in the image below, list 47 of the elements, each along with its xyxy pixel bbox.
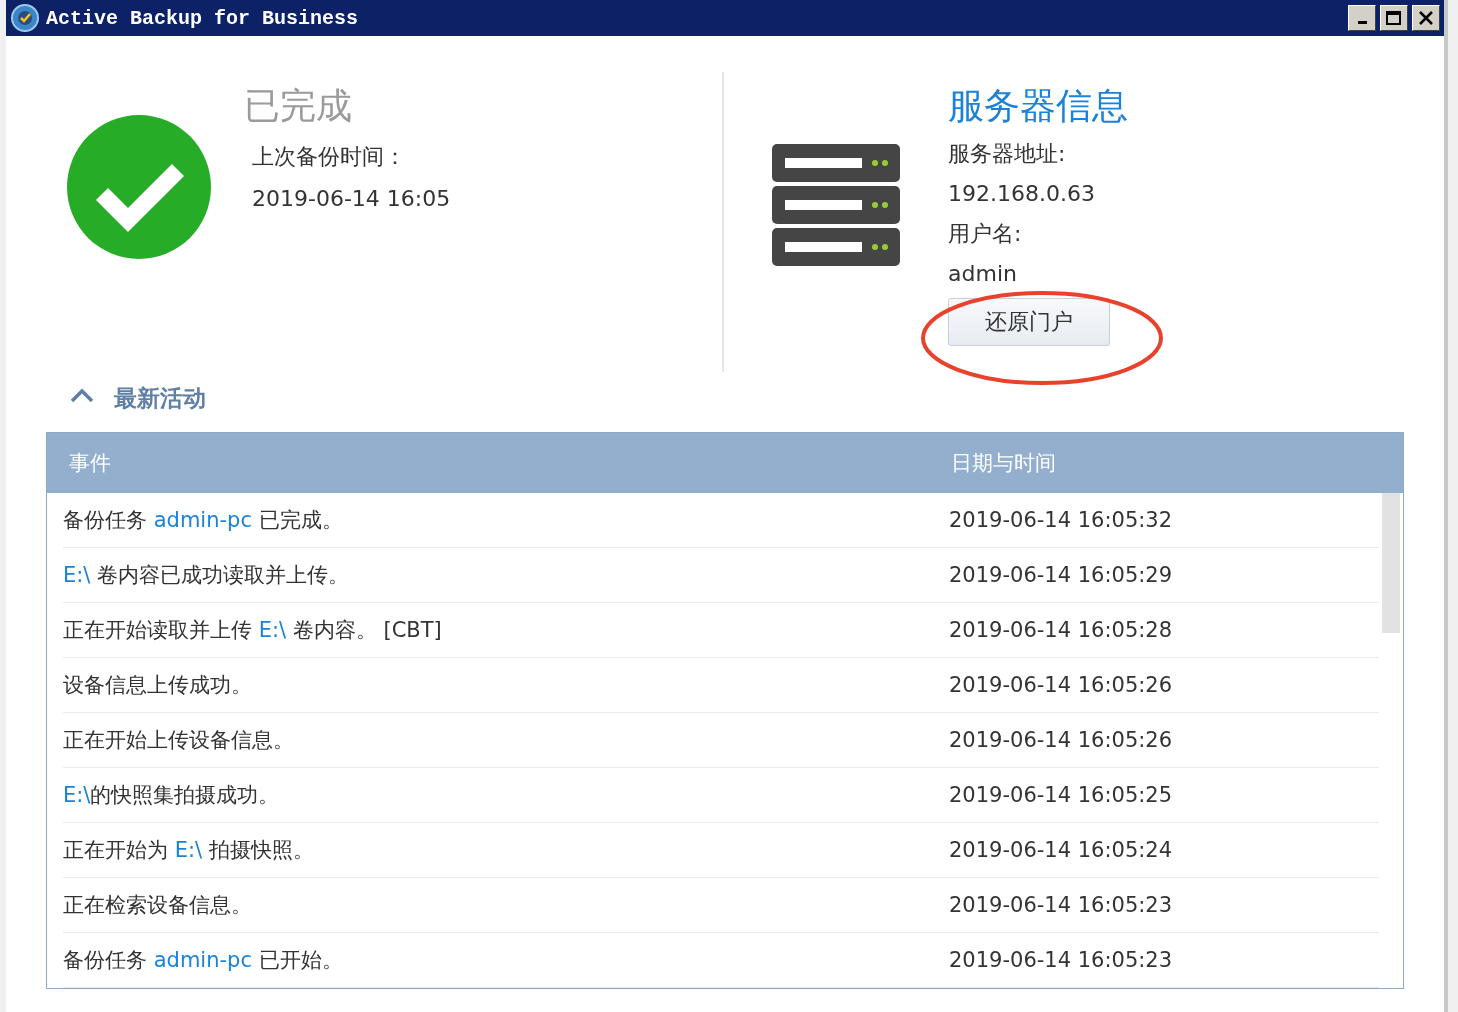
window-title: Active Backup for Business [46, 6, 360, 30]
event-text: 备份任务 admin-pc 已开始。 [63, 947, 344, 974]
event-link[interactable]: admin-pc [153, 508, 252, 532]
server-stack-icon [772, 144, 900, 266]
username-value: admin [948, 260, 1017, 288]
caret-up-icon[interactable] [70, 387, 94, 405]
maximize-button[interactable] [1380, 5, 1408, 31]
section-title: 服务器信息 [948, 84, 1128, 128]
event-time: 2019-06-14 16:05:24 [949, 838, 1174, 862]
status-label: 已完成 [244, 84, 352, 128]
column-header: 日期与时间 [950, 450, 1057, 477]
event-time: 2019-06-14 16:05:26 [949, 673, 1174, 697]
event-time: 2019-06-14 16:05:23 [949, 893, 1174, 917]
event-time: 2019-06-14 16:05:23 [949, 948, 1174, 972]
event-time: 2019-06-14 16:05:26 [949, 728, 1174, 752]
event-link[interactable]: E:\ [258, 618, 287, 642]
event-time: 2019-06-14 16:05:32 [949, 508, 1174, 532]
field-label: 服务器地址: [948, 140, 1066, 168]
event-text: 正在开始读取并上传 E:\ 卷内容。 [CBT] [63, 617, 443, 644]
event-time: 2019-06-14 16:05:29 [949, 563, 1174, 587]
app-logo-icon [10, 3, 40, 33]
close-button[interactable] [1412, 5, 1440, 31]
event-text: 备份任务 admin-pc 已完成。 [63, 507, 344, 534]
minimize-icon [1357, 20, 1367, 24]
event-link[interactable]: E:\ [63, 783, 91, 807]
check-circle-icon [66, 114, 212, 260]
event-text: 正在检索设备信息。 [63, 892, 253, 919]
event-text: E:\的快照集拍摄成功。 [63, 782, 281, 809]
minimize-button[interactable] [1348, 5, 1376, 31]
restore-portal-button[interactable]: 还原门户 [948, 298, 1110, 346]
event-link[interactable]: E:\ [174, 838, 203, 862]
event-text: 设备信息上传成功。 [63, 672, 253, 699]
event-text: 正在开始为 E:\ 拍摄快照。 [63, 837, 315, 864]
event-time: 2019-06-14 16:05:28 [949, 618, 1174, 642]
event-time: 2019-06-14 16:05:25 [949, 783, 1174, 807]
last-backup-label: 上次备份时间： [252, 143, 406, 171]
column-header: 事件 [68, 450, 112, 477]
event-link[interactable]: E:\ [63, 563, 91, 587]
event-link[interactable]: admin-pc [153, 948, 252, 972]
event-text: 正在开始上传设备信息。 [63, 727, 295, 754]
last-backup-time: 2019-06-14 16:05 [252, 186, 451, 211]
close-icon [1418, 11, 1434, 25]
server-address: 192.168.0.63 [948, 180, 1095, 208]
maximize-icon [1386, 11, 1402, 25]
event-text: E:\ 卷内容已成功读取并上传。 [63, 562, 351, 589]
section-title: 最新活动 [114, 383, 206, 413]
field-label: 用户名: [948, 220, 1022, 248]
